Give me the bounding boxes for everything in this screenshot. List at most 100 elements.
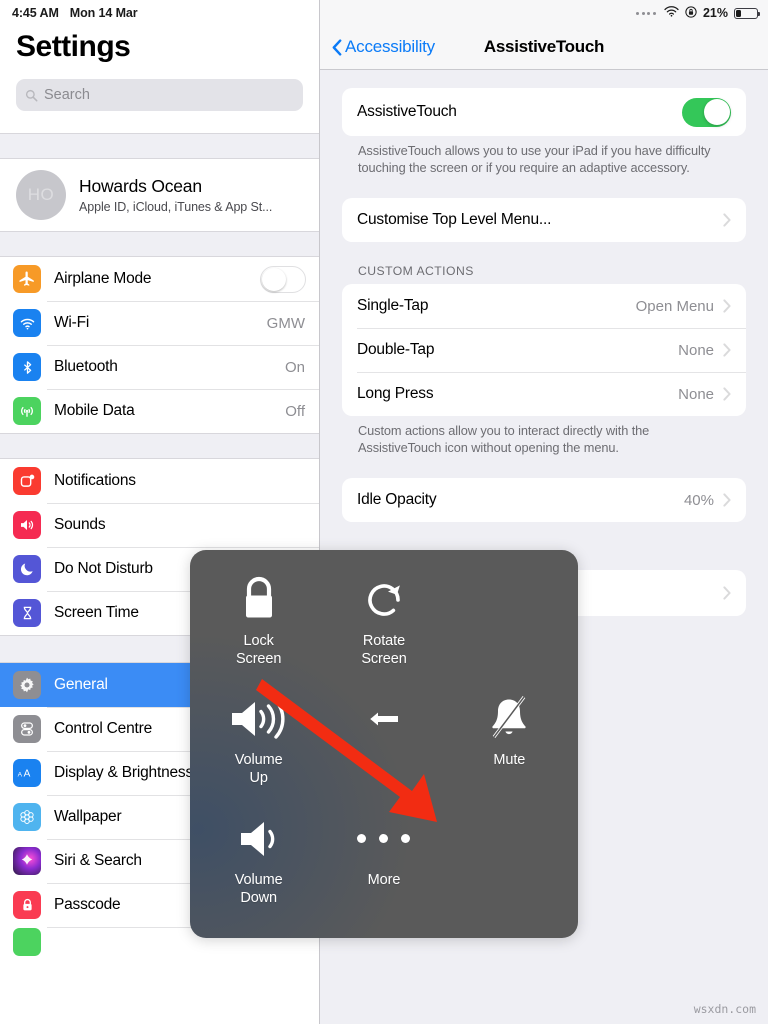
watermark: wsxdn.com xyxy=(693,1002,756,1016)
assistivetouch-toggle-row[interactable]: AssistiveTouch xyxy=(342,88,746,136)
search-input[interactable]: Search xyxy=(16,79,303,111)
at-item-rotate-screen[interactable]: Rotate Screen xyxy=(321,564,446,683)
at-item-mute[interactable]: Mute xyxy=(447,683,572,802)
airplane-icon xyxy=(13,265,41,293)
at-item-lock-screen[interactable]: Lock Screen xyxy=(196,564,321,683)
long-press-row[interactable]: Long Press None xyxy=(342,372,746,416)
sidebar-item-label: Bluetooth xyxy=(54,358,118,375)
idle-opacity-value: 40% xyxy=(683,491,714,509)
cellular-icon xyxy=(13,397,41,425)
hourglass-icon xyxy=(13,599,41,627)
battery-percent: 21% xyxy=(702,6,728,20)
chevron-right-icon xyxy=(723,299,731,313)
assistivetouch-menu-overlay[interactable]: Lock Screen Rotate Screen Volume Up Mute… xyxy=(190,550,578,938)
avatar-initials: HO xyxy=(27,185,55,204)
single-tap-row[interactable]: Single-Tap Open Menu xyxy=(342,284,746,328)
page-title: Settings xyxy=(16,30,131,63)
search-placeholder: Search xyxy=(44,87,90,103)
sidebar-item-mobile-data[interactable]: Mobile Data Off xyxy=(0,389,319,433)
sidebar-header-pad xyxy=(0,111,319,133)
long-press-value: None xyxy=(678,385,714,403)
chevron-right-icon xyxy=(723,213,731,227)
assistivetouch-label: AssistiveTouch xyxy=(357,103,457,120)
status-bar-right: 21% xyxy=(636,5,768,21)
sidebar-divider-1 xyxy=(0,133,319,159)
back-arrow-icon xyxy=(367,689,401,749)
volume-up-icon xyxy=(228,689,290,749)
svg-text:A: A xyxy=(24,768,31,779)
idle-opacity-row[interactable]: Idle Opacity 40% xyxy=(342,478,746,522)
screen: Settings Search HO Howards Ocean Apple I… xyxy=(0,0,768,1024)
wifi-icon xyxy=(664,6,679,20)
at-cell-empty-tl xyxy=(196,922,321,928)
sidebar-divider-3 xyxy=(0,433,319,459)
custom-actions-card: Single-Tap Open Menu Double-Tap None Lon… xyxy=(342,284,746,416)
double-tap-row[interactable]: Double-Tap None xyxy=(342,328,746,372)
rotate-icon xyxy=(358,570,410,630)
customise-menu-card: Customise Top Level Menu... xyxy=(342,198,746,242)
sidebar-item-wifi[interactable]: Wi-Fi GMW xyxy=(0,301,319,345)
apple-account-row[interactable]: HO Howards Ocean Apple ID, iCloud, iTune… xyxy=(0,159,319,231)
at-item-back[interactable] xyxy=(321,683,446,802)
sidebar-item-notifications[interactable]: Notifications xyxy=(0,459,319,503)
at-label-line1: More xyxy=(367,871,401,888)
bluetooth-icon xyxy=(13,353,41,381)
status-time: 4:45 AM xyxy=(12,6,59,20)
assistivetouch-grid: Lock Screen Rotate Screen Volume Up Mute… xyxy=(190,550,578,938)
sidebar-item-sounds[interactable]: Sounds xyxy=(0,503,319,547)
sidebar-item-label: Control Centre xyxy=(54,720,152,737)
volume-down-icon xyxy=(235,809,283,869)
status-bar: 4:45 AM Mon 14 Mar 21% xyxy=(0,0,768,26)
at-item-volume-up[interactable]: Volume Up xyxy=(196,683,321,802)
at-cell-empty-br xyxy=(447,803,572,922)
siri-icon xyxy=(13,847,41,875)
idle-opacity-label: Idle Opacity xyxy=(357,491,437,508)
idle-opacity-card: Idle Opacity 40% xyxy=(342,478,746,522)
wifi-value: GMW xyxy=(266,314,305,332)
customise-top-level-menu-row[interactable]: Customise Top Level Menu... xyxy=(342,198,746,242)
airplane-mode-toggle[interactable] xyxy=(260,265,306,293)
bluetooth-value: On xyxy=(284,358,305,376)
sidebar-item-label: Mobile Data xyxy=(54,402,135,419)
sidebar-item-label: Passcode xyxy=(54,896,121,913)
chevron-right-icon xyxy=(723,387,731,401)
single-tap-label: Single-Tap xyxy=(357,297,429,314)
avatar: HO xyxy=(16,170,66,220)
chevron-left-icon xyxy=(332,38,342,56)
custom-actions-header: CUSTOM ACTIONS xyxy=(358,264,474,278)
sidebar-item-airplane-mode[interactable]: Airplane Mode xyxy=(0,257,319,301)
assistivetouch-toggle[interactable] xyxy=(682,97,731,127)
double-tap-value: None xyxy=(678,341,714,359)
at-label-line2: Screen xyxy=(235,651,282,667)
at-item-more[interactable]: More xyxy=(321,803,446,922)
sounds-icon xyxy=(13,511,41,539)
chevron-right-icon xyxy=(723,493,731,507)
at-cell-empty-tr xyxy=(447,564,572,683)
sidebar-group-connectivity: Airplane Mode Wi-Fi GMW Bluetooth On Mob… xyxy=(0,257,319,433)
sidebar-item-label: Sounds xyxy=(54,516,106,533)
sidebar-item-label: Notifications xyxy=(54,472,136,489)
at-label-line1: Rotate xyxy=(362,633,406,649)
signal-dots-icon xyxy=(636,11,656,15)
wifi-icon xyxy=(13,309,41,337)
sidebar-item-label: Airplane Mode xyxy=(54,270,152,287)
at-label-line1: Mute xyxy=(493,752,526,769)
status-bar-left: 4:45 AM Mon 14 Mar xyxy=(0,6,138,20)
back-button[interactable]: Accessibility xyxy=(332,37,435,57)
gear-icon xyxy=(13,671,41,699)
at-item-volume-down[interactable]: Volume Down xyxy=(196,803,321,922)
sidebar-item-label: Display & Brightness xyxy=(54,764,194,781)
single-tap-value: Open Menu xyxy=(635,297,714,315)
sidebar-item-bluetooth[interactable]: Bluetooth On xyxy=(0,345,319,389)
partial-green-icon xyxy=(13,928,41,956)
account-name: Howards Ocean xyxy=(79,176,202,196)
mobile-data-value: Off xyxy=(285,402,305,420)
lock-icon xyxy=(235,570,283,630)
sidebar-item-label: Screen Time xyxy=(54,604,139,621)
svg-text:A: A xyxy=(18,771,23,778)
at-label-line2: Up xyxy=(249,770,268,787)
assistivetouch-toggle-card: AssistiveTouch xyxy=(342,88,746,136)
at-label-line1: Volume xyxy=(234,871,283,888)
long-press-label: Long Press xyxy=(357,385,434,402)
